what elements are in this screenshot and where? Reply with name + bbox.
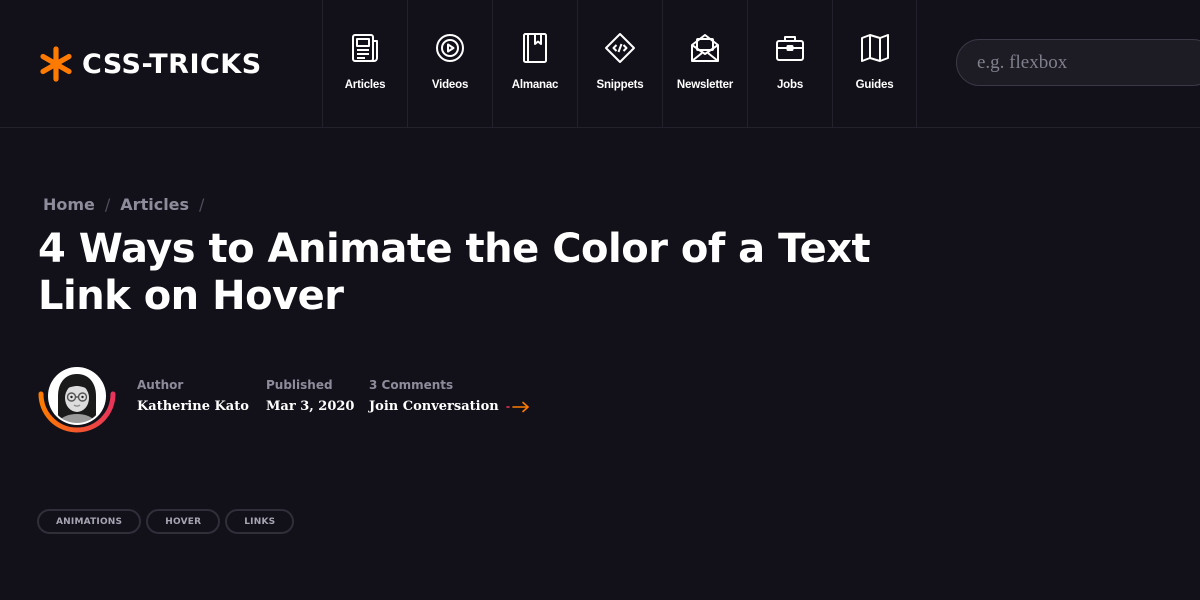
newspaper-icon xyxy=(352,34,378,62)
site-name: CSS-TRICKS xyxy=(82,48,262,80)
nav-item-almanac[interactable]: Almanac xyxy=(492,0,577,128)
breadcrumb-separator: / xyxy=(104,195,111,214)
author-avatar[interactable] xyxy=(36,364,120,436)
arrow-right-icon xyxy=(505,401,529,412)
nav-item-snippets[interactable]: Snippets xyxy=(577,0,662,128)
author-label: Author xyxy=(137,378,184,392)
map-icon xyxy=(860,34,889,62)
site-header: CSS-TRICKS Articles Videos Almanac Snipp… xyxy=(0,0,1200,128)
code-diamond-icon xyxy=(605,33,635,63)
search-input[interactable] xyxy=(956,39,1200,86)
nav-item-newsletter[interactable]: Newsletter xyxy=(662,0,747,128)
breadcrumb-home-link[interactable]: Home xyxy=(43,195,95,214)
nav-item-videos[interactable]: Videos xyxy=(407,0,492,128)
main-nav: Articles Videos Almanac Snippets Newslet… xyxy=(322,0,917,128)
play-circle-icon xyxy=(436,34,464,62)
tag-animations[interactable]: ANIMATIONS xyxy=(37,509,142,534)
avatar-image xyxy=(38,367,116,433)
nav-item-jobs[interactable]: Jobs xyxy=(747,0,832,128)
author-meta: Author Katherine Kato xyxy=(137,378,249,414)
nav-label: Videos xyxy=(431,79,469,91)
join-conversation-link[interactable]: Join Conversation xyxy=(369,399,531,414)
nav-item-articles[interactable]: Articles xyxy=(322,0,407,128)
tag-hover[interactable]: HOVER xyxy=(146,509,221,534)
author-name-link[interactable]: Katherine Kato xyxy=(137,399,249,414)
nav-item-guides[interactable]: Guides xyxy=(832,0,917,128)
nav-label: Snippets xyxy=(596,79,644,91)
nav-label: Articles xyxy=(344,79,386,91)
briefcase-icon xyxy=(776,36,804,61)
nav-label: Guides xyxy=(855,79,894,91)
nav-label: Almanac xyxy=(511,79,559,91)
published-date: Mar 3, 2020 xyxy=(266,399,355,414)
tag-links[interactable]: LINKS xyxy=(225,509,295,534)
nav-label: Jobs xyxy=(776,79,804,91)
envelope-icon xyxy=(691,34,719,62)
comments-meta: 3 Comments Join Conversation xyxy=(369,378,531,415)
nav-label: Newsletter xyxy=(676,79,734,91)
article-title: 4 Ways to Animate the Color of a Text Li… xyxy=(38,226,871,319)
published-meta: Published Mar 3, 2020 xyxy=(266,378,354,414)
site-logo[interactable]: CSS-TRICKS xyxy=(38,44,262,84)
published-label: Published xyxy=(266,378,333,392)
breadcrumb-separator: / xyxy=(199,195,205,214)
comments-count: 3 Comments xyxy=(369,378,454,392)
breadcrumb: Home / Articles / xyxy=(43,195,214,214)
join-conversation-label: Join Conversation xyxy=(369,399,499,414)
tag-list: ANIMATIONS HOVER LINKS xyxy=(37,509,295,534)
breadcrumb-articles-link[interactable]: Articles xyxy=(120,195,189,214)
asterisk-logo-icon xyxy=(40,46,72,82)
book-icon xyxy=(523,33,547,63)
